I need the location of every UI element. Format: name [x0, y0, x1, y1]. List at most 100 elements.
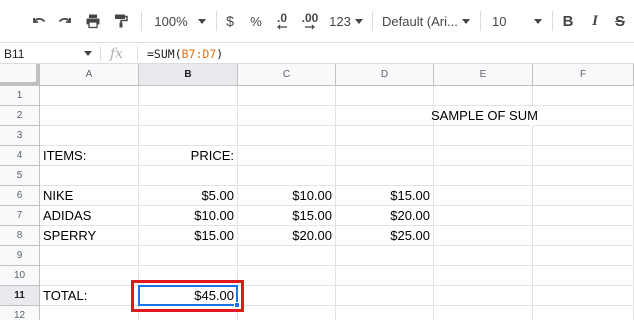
cell-d12[interactable]	[336, 306, 434, 320]
fill-handle[interactable]	[234, 302, 240, 308]
cell-e10[interactable]	[434, 266, 533, 286]
cell-a1[interactable]	[40, 86, 139, 106]
cell-e2[interactable]: SAMPLE OF SUM	[431, 106, 538, 126]
cell-e9[interactable]	[434, 246, 533, 266]
cell-b6[interactable]: $5.00	[139, 186, 238, 206]
row-header-8[interactable]: 8	[0, 226, 40, 246]
decrease-decimal-button[interactable]: .0	[272, 0, 292, 42]
font-size-select[interactable]: 10	[488, 0, 546, 42]
row-header-12[interactable]: 12	[0, 306, 40, 320]
cell-a8[interactable]: SPERRY	[40, 226, 139, 246]
cell-c4[interactable]	[238, 146, 336, 166]
cell-b9[interactable]	[139, 246, 238, 266]
row-header-7[interactable]: 7	[0, 206, 40, 226]
spreadsheet-grid[interactable]: A B C D E F 1 2 SAMPLE OF SUM 3 4 ITEMS: PRICE: 5 6 NIK…	[0, 64, 634, 320]
row-header-2[interactable]: 2	[0, 106, 40, 126]
cell-d5[interactable]	[336, 166, 434, 186]
cell-b12[interactable]	[139, 306, 238, 320]
column-header-a[interactable]: A	[40, 64, 139, 86]
cell-c5[interactable]	[238, 166, 336, 186]
cell-d7[interactable]: $20.00	[336, 206, 434, 226]
cell-f6[interactable]	[533, 186, 634, 206]
cell-c11[interactable]	[238, 286, 336, 306]
cell-a4[interactable]: ITEMS:	[40, 146, 139, 166]
currency-format-button[interactable]: $	[222, 0, 238, 42]
cell-e3[interactable]	[434, 126, 533, 146]
cell-f11[interactable]	[533, 286, 634, 306]
cell-b11[interactable]: $45.00	[139, 286, 238, 306]
cell-f2[interactable]	[533, 106, 634, 126]
zoom-select[interactable]: 100%	[150, 0, 210, 42]
cell-c9[interactable]	[238, 246, 336, 266]
cell-d2[interactable]	[336, 106, 434, 126]
cell-d9[interactable]	[336, 246, 434, 266]
cell-d4[interactable]	[336, 146, 434, 166]
more-formats-select[interactable]: 123	[326, 0, 366, 42]
cell-d3[interactable]	[336, 126, 434, 146]
cell-a2[interactable]	[40, 106, 139, 126]
cell-e6[interactable]	[434, 186, 533, 206]
cell-d10[interactable]	[336, 266, 434, 286]
formula-input[interactable]: =SUM(B7:D7)	[147, 43, 223, 64]
cell-b5[interactable]	[139, 166, 238, 186]
cell-f4[interactable]	[533, 146, 634, 166]
select-all-corner[interactable]	[0, 64, 40, 86]
cell-c12[interactable]	[238, 306, 336, 320]
chevron-down-icon[interactable]	[84, 51, 92, 56]
column-header-d[interactable]: D	[336, 64, 434, 86]
cell-b2[interactable]	[139, 106, 238, 126]
cell-a11[interactable]: TOTAL:	[40, 286, 139, 306]
cell-c8[interactable]: $20.00	[238, 226, 336, 246]
cell-f5[interactable]	[533, 166, 634, 186]
cell-a3[interactable]	[40, 126, 139, 146]
row-header-9[interactable]: 9	[0, 246, 40, 266]
increase-decimal-button[interactable]: .00	[299, 0, 321, 42]
cell-f1[interactable]	[533, 86, 634, 106]
cell-d6[interactable]: $15.00	[336, 186, 434, 206]
cell-f8[interactable]	[533, 226, 634, 246]
cell-e7[interactable]	[434, 206, 533, 226]
print-button[interactable]	[82, 0, 104, 42]
row-header-5[interactable]: 5	[0, 166, 40, 186]
cell-b8[interactable]: $15.00	[139, 226, 238, 246]
cell-b7[interactable]: $10.00	[139, 206, 238, 226]
undo-button[interactable]	[28, 0, 50, 42]
cell-f9[interactable]	[533, 246, 634, 266]
column-header-c[interactable]: C	[238, 64, 336, 86]
cell-f7[interactable]	[533, 206, 634, 226]
column-header-b[interactable]: B	[139, 64, 238, 86]
cell-e12[interactable]	[434, 306, 533, 320]
row-header-6[interactable]: 6	[0, 186, 40, 206]
cell-d8[interactable]: $25.00	[336, 226, 434, 246]
bold-button[interactable]: B	[560, 0, 576, 42]
cell-e1[interactable]	[434, 86, 533, 106]
cell-c2[interactable]	[238, 106, 336, 126]
row-header-3[interactable]: 3	[0, 126, 40, 146]
cell-a7[interactable]: ADIDAS	[40, 206, 139, 226]
cell-c6[interactable]: $10.00	[238, 186, 336, 206]
cell-c1[interactable]	[238, 86, 336, 106]
font-family-select[interactable]: Default (Ari...	[380, 0, 472, 42]
row-header-11[interactable]: 11	[0, 286, 40, 306]
cell-b3[interactable]	[139, 126, 238, 146]
cell-e11[interactable]	[434, 286, 533, 306]
cell-a10[interactable]	[40, 266, 139, 286]
cell-a9[interactable]	[40, 246, 139, 266]
cell-b10[interactable]	[139, 266, 238, 286]
row-header-10[interactable]: 10	[0, 266, 40, 286]
cell-a12[interactable]	[40, 306, 139, 320]
paint-format-button[interactable]	[110, 0, 132, 42]
column-header-e[interactable]: E	[434, 64, 533, 86]
cell-a6[interactable]: NIKE	[40, 186, 139, 206]
cell-f10[interactable]	[533, 266, 634, 286]
cell-e8[interactable]	[434, 226, 533, 246]
cell-e4[interactable]	[434, 146, 533, 166]
cell-c3[interactable]	[238, 126, 336, 146]
percent-format-button[interactable]: %	[248, 0, 264, 42]
column-header-f[interactable]: F	[533, 64, 634, 86]
row-header-4[interactable]: 4	[0, 146, 40, 166]
cell-e5[interactable]	[434, 166, 533, 186]
strikethrough-button[interactable]: S	[612, 0, 628, 42]
cell-f12[interactable]	[533, 306, 634, 320]
row-header-1[interactable]: 1	[0, 86, 40, 106]
